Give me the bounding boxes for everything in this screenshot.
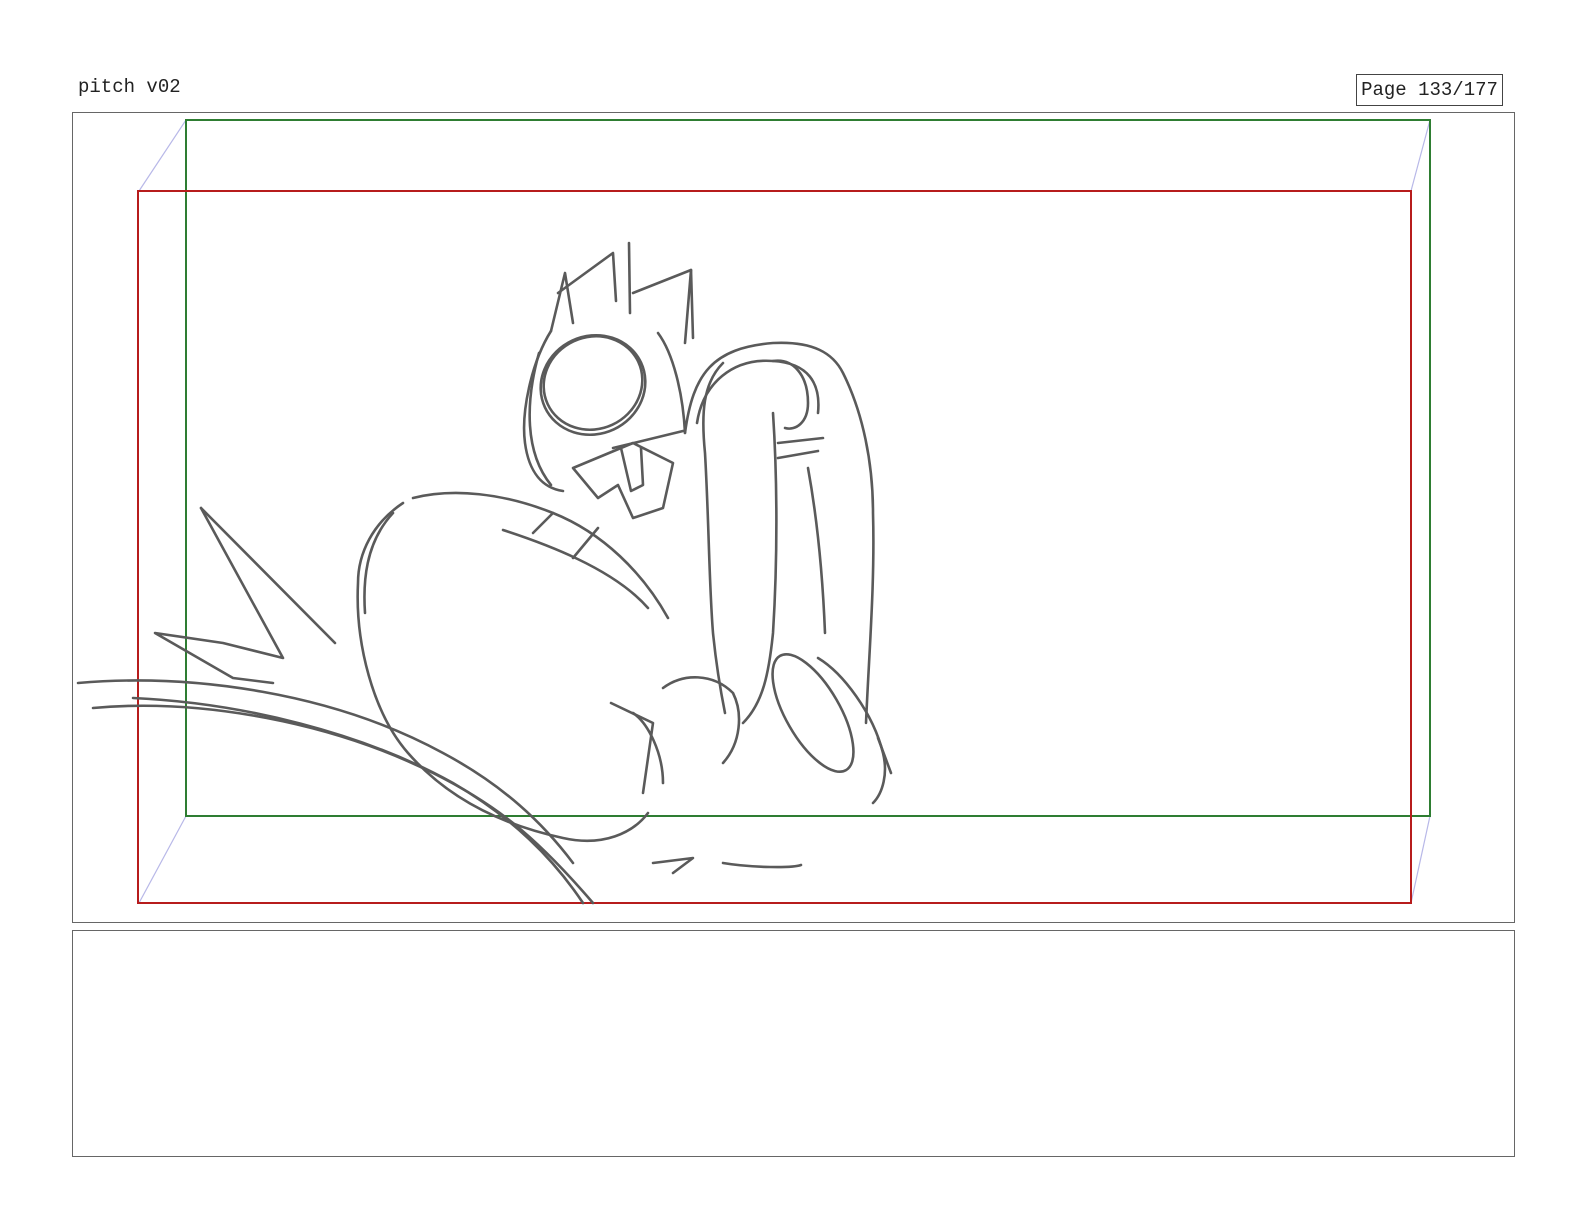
storyboard-frame xyxy=(72,112,1515,923)
perspective-line-bottom-left xyxy=(138,815,187,904)
perspective-guides xyxy=(138,119,1431,904)
perspective-line-top-left xyxy=(138,119,187,192)
title-safe-frame xyxy=(137,190,1412,904)
character-sketch xyxy=(76,241,893,905)
page-indicator: Page 133/177 xyxy=(1356,74,1503,106)
document-title: pitch v02 xyxy=(78,76,181,98)
perspective-line-bottom-right xyxy=(1410,815,1431,904)
notes-panel xyxy=(72,930,1515,1157)
perspective-line-top-right xyxy=(1410,119,1431,192)
storyboard-sketch xyxy=(76,119,1431,905)
